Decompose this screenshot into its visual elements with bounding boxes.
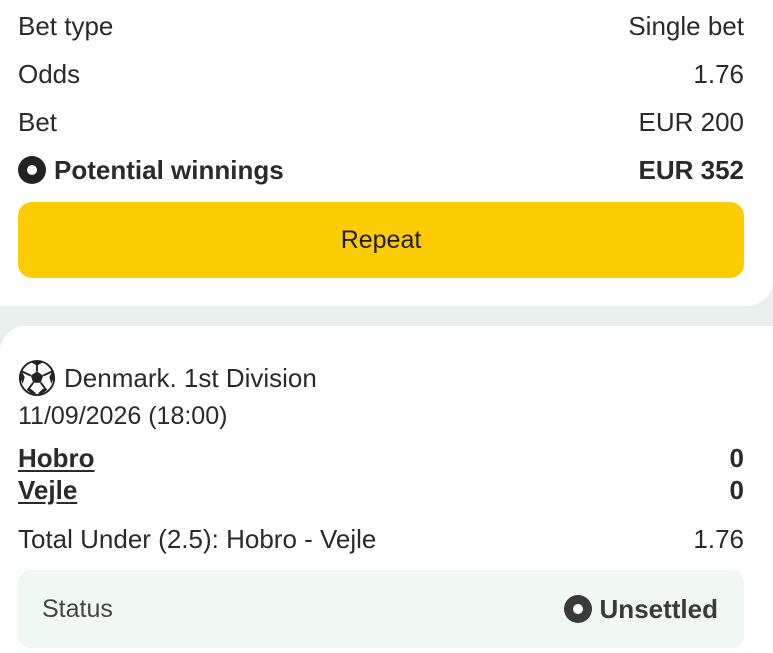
repeat-button-label: Repeat: [340, 225, 422, 254]
away-team-score: 0: [729, 474, 744, 505]
home-team-row: Hobro 0: [18, 442, 744, 474]
potential-winnings-label: Potential winnings: [54, 154, 284, 185]
potential-winnings-value: EUR 352: [638, 154, 745, 185]
status-value-group: Unsettled: [563, 570, 718, 648]
bet-type-label: Bet type: [18, 10, 114, 41]
market-row: Total Under (2.5): Hobro - Vejle 1.76: [18, 520, 744, 558]
market-name: Total Under (2.5): Hobro - Vejle: [18, 523, 377, 554]
event-datetime: 11/09/2026 (18:00): [18, 402, 228, 430]
radio-dot-icon: [563, 595, 592, 623]
potential-winnings-label-group: Potential winnings: [18, 155, 284, 186]
market-odds: 1.76: [693, 523, 744, 554]
radio-dot-icon: [18, 156, 46, 184]
status-label: Status: [42, 594, 113, 623]
home-team-score: 0: [729, 442, 744, 473]
bet-amount-label: Bet: [18, 106, 58, 137]
odds-value: 1.76: [693, 58, 744, 89]
bet-amount-row: Bet EUR 200: [18, 102, 744, 142]
odds-row: Odds 1.76: [18, 54, 744, 94]
bet-type-row: Bet type Single bet: [18, 6, 744, 46]
bet-type-value: Single bet: [628, 10, 744, 41]
soccer-ball-icon: [18, 359, 56, 397]
away-team-row: Vejle 0: [18, 474, 744, 506]
odds-label: Odds: [18, 58, 81, 89]
bet-amount-value: EUR 200: [638, 106, 745, 137]
potential-winnings-row: Potential winnings EUR 352: [18, 150, 744, 190]
bet-summary-card: Bet type Single bet Odds 1.76 Bet EUR 20…: [0, 0, 773, 306]
home-team-link[interactable]: Hobro: [18, 443, 95, 474]
league-name: Denmark. 1st Division: [64, 362, 317, 393]
repeat-button[interactable]: Repeat: [18, 202, 744, 278]
league-row: Denmark. 1st Division: [18, 358, 317, 398]
status-box: Status Unsettled: [18, 570, 744, 648]
status-value: Unsettled: [599, 593, 718, 624]
away-team-link[interactable]: Vejle: [18, 475, 77, 506]
